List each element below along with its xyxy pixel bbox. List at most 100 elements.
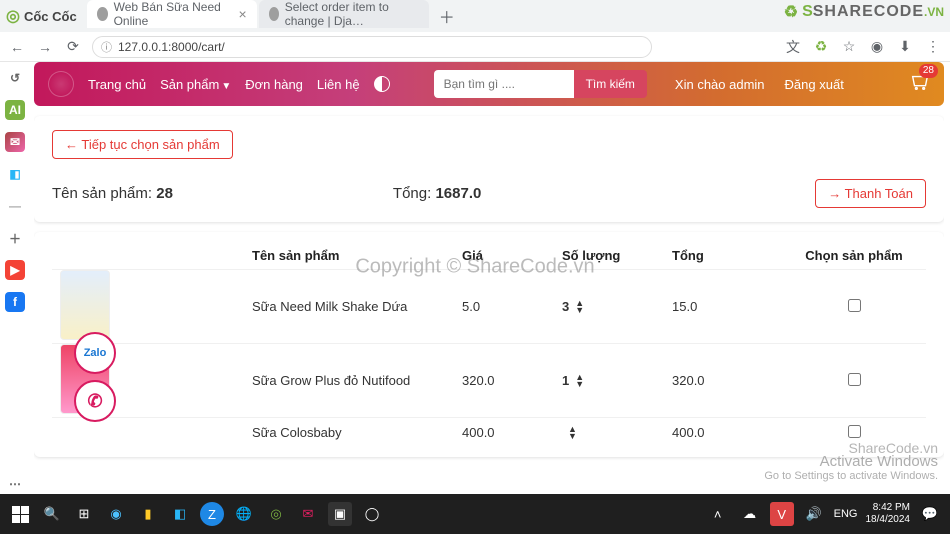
search-icon[interactable]: 🔍 (40, 502, 64, 526)
qty-stepper[interactable]: ▲▼ (575, 374, 584, 388)
table-row: Sữa Grow Plus đỏ Nutifood 320.0 1 ▲▼ 320… (52, 343, 926, 417)
qty-stepper[interactable]: ▲▼ (575, 300, 584, 314)
extension-icon[interactable]: ♻ (812, 38, 830, 55)
zalo-chat-bubble[interactable]: Zalo (74, 332, 116, 374)
browser-tab[interactable]: Select order item to change | Dja… (259, 0, 429, 28)
cart-items-card: Tên sản phẩm Giá Số lượng Tổng Chọn sản … (34, 232, 944, 457)
select-checkbox[interactable] (848, 299, 861, 312)
browser-toolbar: ← → ⟳ ⓘ 127.0.0.1:8000/cart/ 文 ♻ ☆ ◉ ⬇ ⋮ (0, 32, 950, 62)
phone-call-bubble[interactable]: ✆ (74, 380, 116, 422)
checkout-button[interactable]: → Thanh Toán (815, 179, 926, 208)
qty-stepper[interactable]: ▲▼ (568, 426, 577, 440)
browser-sidebar: ↺ AI ✉ ◧ ― ＋ ▶ f ⋯ (0, 62, 30, 494)
download-icon[interactable]: ⬇ (896, 38, 914, 55)
messenger-icon[interactable]: ✉ (296, 502, 320, 526)
col-price: Giá (462, 248, 562, 263)
task-view-icon[interactable]: ⊞ (72, 502, 96, 526)
search-input[interactable] (434, 70, 574, 98)
product-name: Sữa Colosbaby (252, 425, 462, 440)
new-tab-button[interactable]: ＋ (431, 0, 463, 32)
browser-brand: ◎Cốc Cốc (6, 6, 77, 26)
edge-icon[interactable]: ◉ (104, 502, 128, 526)
logo-icon: ♻ (784, 2, 798, 22)
qty-cell: 3 ▲▼ (562, 299, 672, 314)
menu-icon[interactable]: ⋮ (924, 38, 942, 55)
history-icon[interactable]: ↺ (5, 68, 25, 88)
table-header: Tên sản phẩm Giá Số lượng Tổng Chọn sản … (52, 242, 926, 269)
qty-cell: ▲▼ (562, 426, 672, 440)
continue-shopping-button[interactable]: ← Tiếp tục chọn sản phẩm (52, 130, 233, 159)
forward-icon[interactable]: → (36, 39, 54, 55)
messenger-icon[interactable]: ✉ (5, 132, 25, 152)
windows-taskbar: 🔍 ⊞ ◉ ▮ ◧ Z 🌐 ◎ ✉ ▣ ◯ ˄ ☁ V 🔊 ENG 8:42 P… (0, 494, 950, 534)
close-icon[interactable]: × (239, 6, 247, 22)
translate-icon[interactable]: 文 (784, 37, 802, 57)
product-price: 320.0 (462, 373, 562, 388)
taskbar-clock[interactable]: 8:42 PM18/4/2024 (866, 502, 911, 526)
notifications-icon[interactable]: 💬 (918, 502, 942, 526)
browser-tab[interactable]: Web Bán Sữa Need Online × (87, 0, 257, 28)
nav-contact[interactable]: Liên hệ (317, 77, 360, 92)
explorer-icon[interactable]: ▮ (136, 502, 160, 526)
search-button[interactable]: Tìm kiếm (574, 70, 647, 98)
col-name: Tên sản phẩm (252, 248, 462, 263)
account-icon[interactable]: ◉ (868, 38, 886, 55)
product-price: 5.0 (462, 299, 562, 314)
row-total: 15.0 (672, 299, 782, 314)
divider: ― (5, 196, 25, 216)
col-select: Chọn sản phẩm (782, 248, 926, 263)
sharecode-watermark: ♻ SSHARECODE.VN (784, 2, 944, 22)
table-row: Sữa Colosbaby 400.0 ▲▼ 400.0 (52, 417, 926, 447)
url-text: 127.0.0.1:8000/cart/ (118, 40, 225, 54)
cart-icon[interactable]: 28 (906, 68, 934, 96)
select-checkbox[interactable] (848, 373, 861, 386)
select-checkbox[interactable] (848, 425, 861, 438)
address-bar[interactable]: ⓘ 127.0.0.1:8000/cart/ (92, 36, 652, 58)
obs-icon[interactable]: ◯ (360, 502, 384, 526)
tray-sound-icon[interactable]: 🔊 (802, 502, 826, 526)
app-icon[interactable]: ◧ (5, 164, 25, 184)
site-navbar: Trang chủ Sản phẩm▼ Đơn hàng Liên hệ Tìm… (34, 62, 944, 106)
coccoc-icon[interactable]: ◎ (264, 502, 288, 526)
product-price: 400.0 (462, 425, 562, 440)
tray-cloud-icon[interactable]: ☁ (738, 502, 762, 526)
product-name: Sữa Need Milk Shake Dứa (252, 299, 462, 314)
zalo-icon[interactable]: Z (200, 502, 224, 526)
nav-orders[interactable]: Đơn hàng (245, 77, 303, 92)
terminal-icon[interactable]: ▣ (328, 502, 352, 526)
ai-icon[interactable]: AI (5, 100, 25, 120)
back-icon[interactable]: ← (8, 39, 26, 55)
vscode-icon[interactable]: ◧ (168, 502, 192, 526)
site-logo[interactable] (48, 71, 74, 97)
product-name: Sữa Grow Plus đỏ Nutifood (252, 373, 462, 388)
chevron-down-icon: ▼ (568, 433, 577, 440)
table-row: Sữa Need Milk Shake Dứa 5.0 3 ▲▼ 15.0 (52, 269, 926, 343)
chrome-icon[interactable]: 🌐 (232, 502, 256, 526)
product-image (60, 270, 110, 340)
col-total: Tổng (672, 248, 782, 263)
chevron-down-icon: ▼ (575, 307, 584, 314)
tab-title: Select order item to change | Dja… (285, 0, 419, 28)
qty-cell: 1 ▲▼ (562, 373, 672, 388)
facebook-icon[interactable]: f (5, 292, 25, 312)
star-icon[interactable]: ☆ (840, 38, 858, 55)
browser-tabstrip: ◎Cốc Cốc Web Bán Sữa Need Online × Selec… (0, 0, 950, 32)
theme-toggle-icon[interactable] (374, 76, 390, 92)
add-icon[interactable]: ＋ (5, 228, 25, 248)
nav-home[interactable]: Trang chủ (88, 77, 146, 92)
tray-vivaldi-icon[interactable]: V (770, 502, 794, 526)
logout-link[interactable]: Đăng xuất (785, 77, 844, 92)
tray-lang[interactable]: ENG (834, 508, 858, 520)
tray-chevron-icon[interactable]: ˄ (706, 502, 730, 526)
row-total: 320.0 (672, 373, 782, 388)
greeting-text: Xin chào admin (675, 77, 765, 92)
more-icon[interactable]: ⋯ (5, 474, 25, 494)
nav-products[interactable]: Sản phẩm▼ (160, 77, 231, 92)
chevron-down-icon: ▼ (221, 81, 231, 92)
row-total: 400.0 (672, 425, 782, 440)
reload-icon[interactable]: ⟳ (64, 38, 82, 55)
cart-badge: 28 (919, 64, 938, 78)
start-icon[interactable] (8, 502, 32, 526)
youtube-icon[interactable]: ▶ (5, 260, 25, 280)
cart-total: Tổng: 1687.0 (393, 185, 481, 202)
